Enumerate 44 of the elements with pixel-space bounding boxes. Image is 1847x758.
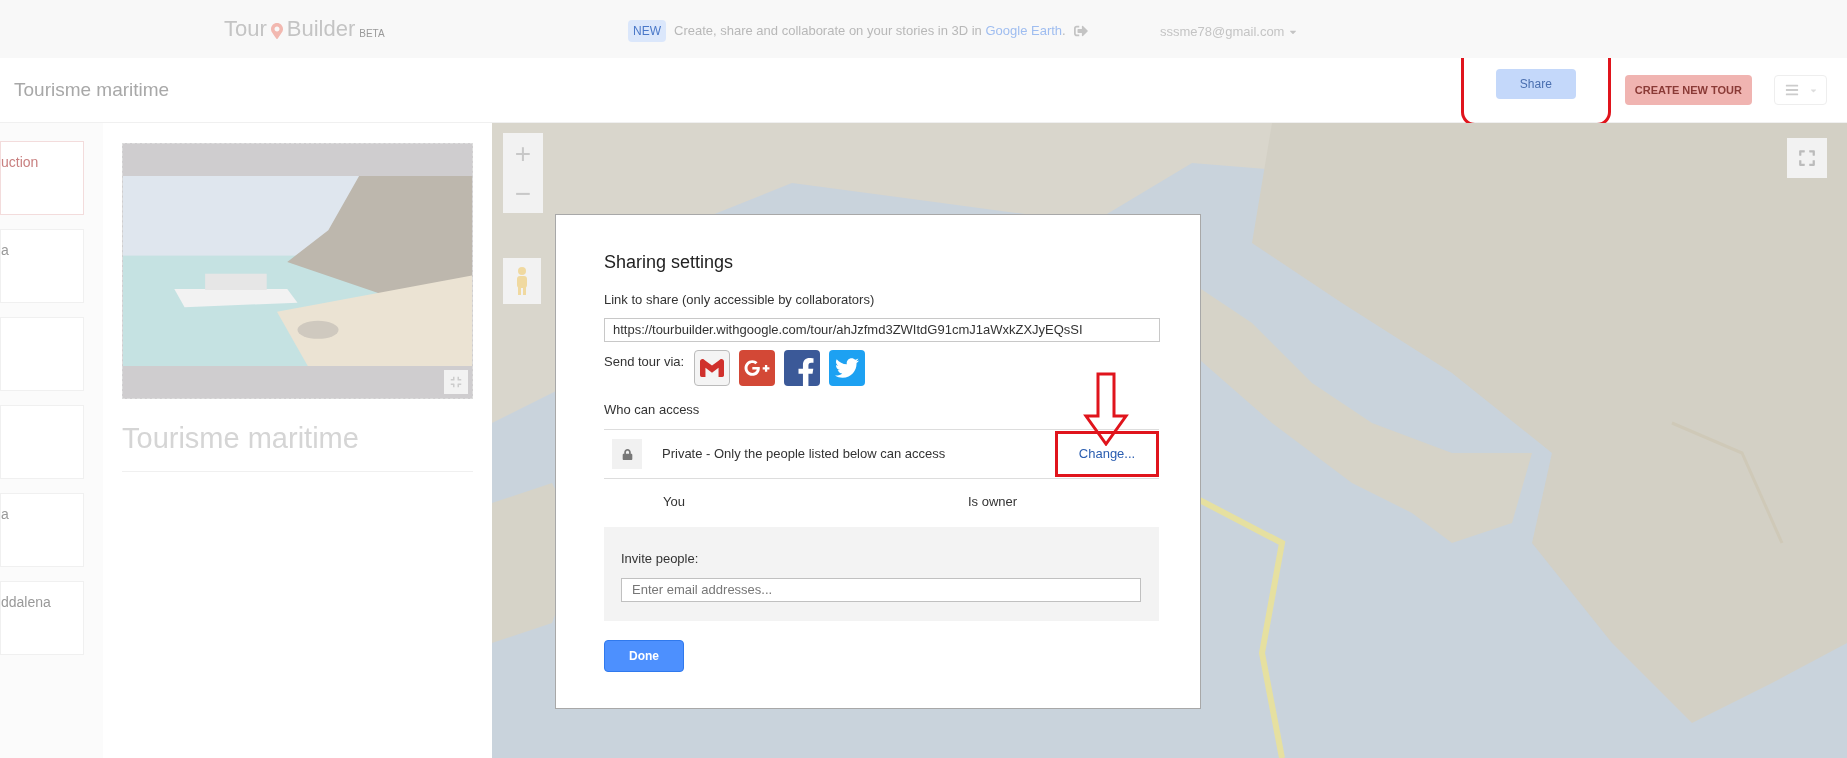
send-label: Send tour via: <box>604 352 685 371</box>
member-role: Is owner <box>968 493 1018 512</box>
stop-title: a <box>1 242 9 258</box>
pin-icon <box>270 22 283 40</box>
fullscreen-icon <box>1798 149 1816 167</box>
pegman-icon[interactable] <box>503 258 541 304</box>
dialog-title: Sharing settings <box>604 251 735 274</box>
fullscreen-button[interactable] <box>1787 138 1827 178</box>
google-earth-link[interactable]: Google Earth <box>985 23 1063 39</box>
stop-card[interactable]: uction <box>0 141 84 215</box>
tour-title: Tourisme maritime <box>14 77 170 102</box>
beta-label: BETA <box>359 27 385 41</box>
create-tour-button[interactable]: CREATE NEW TOUR <box>1624 75 1752 105</box>
email-field[interactable]: Enter email addresses... <box>621 577 1141 602</box>
expand-button[interactable] <box>444 370 468 394</box>
member-name: You <box>663 493 686 512</box>
access-heading: Who can access <box>604 400 701 419</box>
done-button[interactable]: Done <box>604 640 684 672</box>
lock-icon <box>612 439 642 469</box>
stop-title: ddalena <box>1 594 51 610</box>
zoom-out-button[interactable]: − <box>503 173 543 213</box>
zoom-in-button[interactable]: + <box>503 133 543 173</box>
link-label: Link to share (only accessible by collaborators) <box>604 291 876 309</box>
twitter-button[interactable] <box>829 349 866 386</box>
open-icon[interactable] <box>1073 24 1088 38</box>
access-text: Private - Only the people listed below can access <box>662 445 946 464</box>
share-button[interactable]: Share <box>1495 69 1576 99</box>
link-field[interactable]: https://tourbuilder.withgoogle.com/tour/ahJzfmd3ZWItdG91cmJ1aWxkZXJyEQsSI <box>604 317 1160 342</box>
new-badge: NEW <box>628 20 666 42</box>
google-plus-button[interactable] <box>739 349 776 386</box>
invite-label: Invite people: <box>621 550 700 568</box>
facebook-button[interactable] <box>784 349 821 386</box>
gmail-button[interactable] <box>694 349 731 386</box>
expand-icon <box>450 376 462 388</box>
stop-title: a <box>1 506 9 522</box>
stop-title: uction <box>1 154 39 170</box>
menu-button[interactable] <box>1774 75 1827 105</box>
change-link[interactable]: Change... <box>1078 444 1136 464</box>
stop-card[interactable]: a <box>0 493 84 567</box>
stop-card[interactable]: ddalena <box>0 581 84 655</box>
announcement-text: Create, share and collaborate on your stories in 3D in Google Earth. <box>674 22 1066 41</box>
stop-card[interactable]: a <box>0 229 84 303</box>
menu-icon <box>1783 83 1801 97</box>
twitter-icon <box>835 355 860 380</box>
